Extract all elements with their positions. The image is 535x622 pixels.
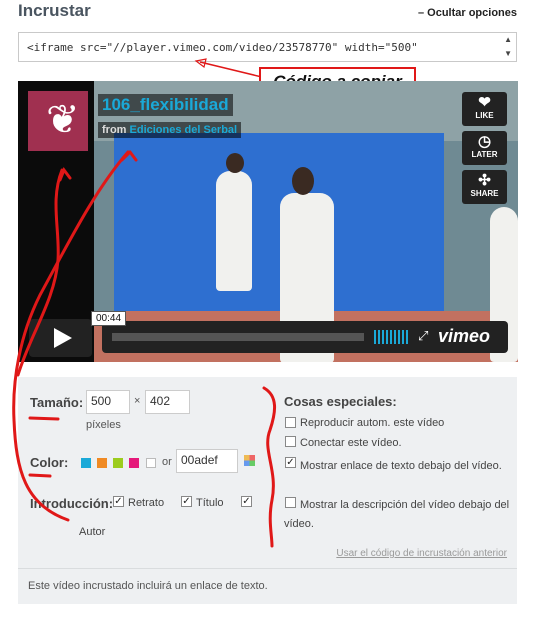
red-annotations bbox=[12, 150, 276, 548]
